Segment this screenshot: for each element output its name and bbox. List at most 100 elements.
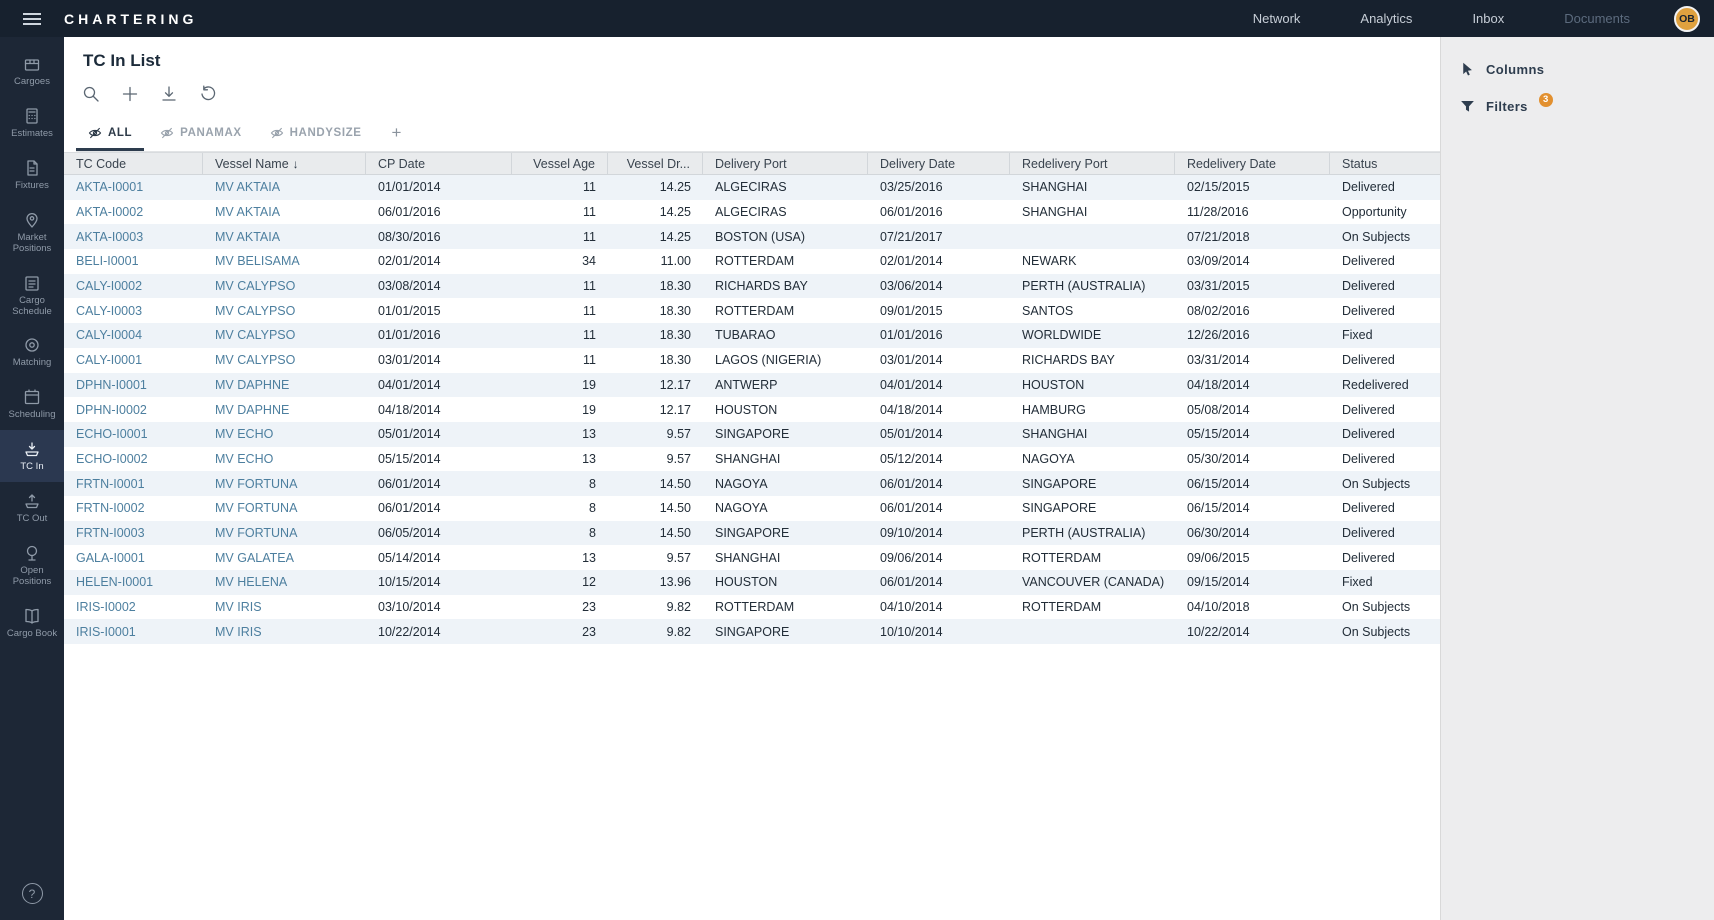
table-row[interactable]: DPHN-I0001MV DAPHNE04/01/20141912.17ANTW… (64, 373, 1440, 398)
cell-vessel-name[interactable]: MV CALYPSO (203, 274, 366, 299)
add-tab-button[interactable]: + (378, 119, 416, 151)
cell-tc-code[interactable]: DPHN-I0001 (64, 373, 203, 398)
column-header-vessel-draft[interactable]: Vessel Dr... (608, 153, 703, 174)
matching-icon (22, 335, 42, 355)
cell-tc-code[interactable]: IRIS-I0002 (64, 595, 203, 620)
search-button[interactable] (81, 83, 103, 105)
sidebar-item-cargo-schedule[interactable]: Cargo Schedule (0, 264, 64, 327)
cell-tc-code[interactable]: AKTA-I0002 (64, 200, 203, 225)
cell-vessel-name[interactable]: MV GALATEA (203, 545, 366, 570)
cell-vessel-name[interactable]: MV DAPHNE (203, 397, 366, 422)
cell-tc-code[interactable]: CALY-I0004 (64, 323, 203, 348)
sidebar-item-cargo-book[interactable]: Cargo Book (0, 597, 64, 649)
table-row[interactable]: ECHO-I0002MV ECHO05/15/2014139.57SHANGHA… (64, 447, 1440, 472)
cell-vessel-name[interactable]: MV CALYPSO (203, 323, 366, 348)
sidebar-item-estimates[interactable]: Estimates (0, 97, 64, 149)
cell-tc-code[interactable]: ECHO-I0001 (64, 422, 203, 447)
table-row[interactable]: FRTN-I0002MV FORTUNA06/01/2014814.50NAGO… (64, 496, 1440, 521)
cell-vessel-age: 11 (512, 175, 608, 200)
help-icon[interactable]: ? (22, 883, 43, 904)
cell-vessel-name[interactable]: MV AKTAIA (203, 224, 366, 249)
table-row[interactable]: IRIS-I0002MV IRIS03/10/2014239.82ROTTERD… (64, 595, 1440, 620)
tab-panamax[interactable]: PANAMAX (148, 120, 254, 151)
sidebar-item-cargoes[interactable]: Cargoes (0, 45, 64, 97)
cell-tc-code[interactable]: DPHN-I0002 (64, 397, 203, 422)
cell-vessel-name[interactable]: MV FORTUNA (203, 496, 366, 521)
cell-tc-code[interactable]: CALY-I0003 (64, 298, 203, 323)
table-row[interactable]: CALY-I0003MV CALYPSO01/01/20151118.30ROT… (64, 298, 1440, 323)
table-row[interactable]: CALY-I0004MV CALYPSO01/01/20161118.30TUB… (64, 323, 1440, 348)
cell-tc-code[interactable]: CALY-I0001 (64, 348, 203, 373)
table-row[interactable]: GALA-I0001MV GALATEA05/14/2014139.57SHAN… (64, 545, 1440, 570)
reset-button[interactable] (198, 83, 220, 105)
cell-tc-code[interactable]: GALA-I0001 (64, 545, 203, 570)
cell-vessel-draft: 9.57 (608, 422, 703, 447)
column-header-tc-code[interactable]: TC Code (64, 153, 203, 174)
cell-vessel-name[interactable]: MV AKTAIA (203, 200, 366, 225)
download-button[interactable] (159, 83, 181, 105)
sidebar-item-market-positions[interactable]: Market Positions (0, 201, 64, 264)
cell-tc-code[interactable]: FRTN-I0002 (64, 496, 203, 521)
cell-vessel-name[interactable]: MV BELISAMA (203, 249, 366, 274)
cell-vessel-name[interactable]: MV CALYPSO (203, 298, 366, 323)
hamburger-menu-icon[interactable] (0, 0, 64, 37)
cell-vessel-name[interactable]: MV DAPHNE (203, 373, 366, 398)
cell-vessel-name[interactable]: MV FORTUNA (203, 521, 366, 546)
table-row[interactable]: ECHO-I0001MV ECHO05/01/2014139.57SINGAPO… (64, 422, 1440, 447)
table-row[interactable]: HELEN-I0001MV HELENA10/15/20141213.96HOU… (64, 570, 1440, 595)
table-row[interactable]: BELI-I0001MV BELISAMA02/01/20143411.00RO… (64, 249, 1440, 274)
cell-vessel-name[interactable]: MV IRIS (203, 595, 366, 620)
table-row[interactable]: AKTA-I0003MV AKTAIA08/30/20161114.25BOST… (64, 224, 1440, 249)
cell-vessel-name[interactable]: MV HELENA (203, 570, 366, 595)
top-nav-inbox[interactable]: Inbox (1446, 2, 1530, 35)
column-header-status[interactable]: Status (1330, 153, 1440, 174)
sidebar-item-scheduling[interactable]: Scheduling (0, 378, 64, 430)
tab-handysize[interactable]: HANDYSIZE (258, 120, 374, 151)
cell-tc-code[interactable]: AKTA-I0003 (64, 224, 203, 249)
column-header-redelivery-port[interactable]: Redelivery Port (1010, 153, 1175, 174)
cell-tc-code[interactable]: AKTA-I0001 (64, 175, 203, 200)
cell-tc-code[interactable]: IRIS-I0001 (64, 619, 203, 644)
sidebar-item-open-positions[interactable]: Open Positions (0, 534, 64, 597)
cell-tc-code[interactable]: BELI-I0001 (64, 249, 203, 274)
cell-tc-code[interactable]: FRTN-I0003 (64, 521, 203, 546)
add-button[interactable] (120, 83, 142, 105)
avatar[interactable]: OB (1674, 6, 1700, 32)
cell-tc-code[interactable]: CALY-I0002 (64, 274, 203, 299)
tab-all[interactable]: ALL (76, 120, 144, 151)
top-nav-documents[interactable]: Documents (1538, 2, 1656, 35)
table-row[interactable]: FRTN-I0003MV FORTUNA06/05/2014814.50SING… (64, 521, 1440, 546)
top-nav-network[interactable]: Network (1227, 2, 1327, 35)
cell-vessel-name[interactable]: MV FORTUNA (203, 471, 366, 496)
cell-tc-code[interactable]: HELEN-I0001 (64, 570, 203, 595)
sidebar-item-fixtures[interactable]: Fixtures (0, 149, 64, 201)
table-row[interactable]: DPHN-I0002MV DAPHNE04/18/20141912.17HOUS… (64, 397, 1440, 422)
table-row[interactable]: CALY-I0002MV CALYPSO03/08/20141118.30RIC… (64, 274, 1440, 299)
cell-tc-code[interactable]: FRTN-I0001 (64, 471, 203, 496)
table-row[interactable]: AKTA-I0002MV AKTAIA06/01/20161114.25ALGE… (64, 200, 1440, 225)
right-panel: Columns Filters 3 (1440, 37, 1714, 920)
sidebar-item-tc-out[interactable]: TC Out (0, 482, 64, 534)
column-header-cp-date[interactable]: CP Date (366, 153, 512, 174)
column-header-redelivery-date[interactable]: Redelivery Date (1175, 153, 1330, 174)
column-header-vessel-name[interactable]: Vessel Name↓ (203, 153, 366, 174)
table-row[interactable]: IRIS-I0001MV IRIS10/22/2014239.82SINGAPO… (64, 619, 1440, 644)
sidebar: CargoesEstimatesFixturesMarket Positions… (0, 37, 64, 920)
sidebar-item-tc-in[interactable]: TC In (0, 430, 64, 482)
filters-panel-button[interactable]: Filters 3 (1441, 88, 1714, 125)
cell-vessel-name[interactable]: MV CALYPSO (203, 348, 366, 373)
sidebar-item-matching[interactable]: Matching (0, 326, 64, 378)
cell-vessel-name[interactable]: MV ECHO (203, 447, 366, 472)
cell-vessel-name[interactable]: MV AKTAIA (203, 175, 366, 200)
cell-tc-code[interactable]: ECHO-I0002 (64, 447, 203, 472)
table-row[interactable]: CALY-I0001MV CALYPSO03/01/20141118.30LAG… (64, 348, 1440, 373)
cell-vessel-name[interactable]: MV IRIS (203, 619, 366, 644)
column-header-vessel-age[interactable]: Vessel Age (512, 153, 608, 174)
table-row[interactable]: FRTN-I0001MV FORTUNA06/01/2014814.50NAGO… (64, 471, 1440, 496)
column-header-delivery-port[interactable]: Delivery Port (703, 153, 868, 174)
column-header-delivery-date[interactable]: Delivery Date (868, 153, 1010, 174)
cell-vessel-name[interactable]: MV ECHO (203, 422, 366, 447)
table-row[interactable]: AKTA-I0001MV AKTAIA01/01/20141114.25ALGE… (64, 175, 1440, 200)
columns-panel-button[interactable]: Columns (1441, 51, 1714, 88)
top-nav-analytics[interactable]: Analytics (1334, 2, 1438, 35)
